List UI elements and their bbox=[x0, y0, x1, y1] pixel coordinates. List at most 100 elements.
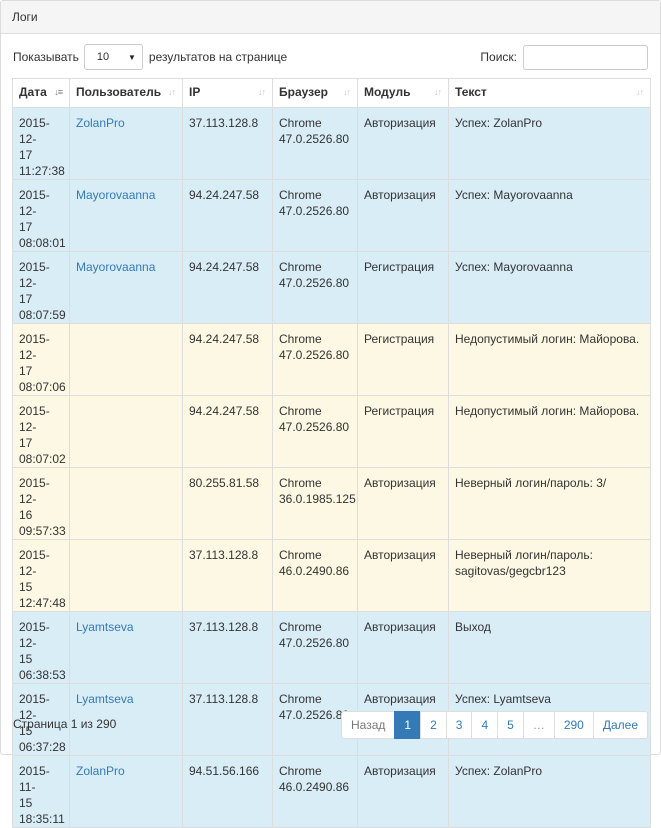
sort-icon: ↓↑ bbox=[343, 87, 351, 97]
cell-module: Авторизация bbox=[357, 755, 449, 828]
cell-user: ZolanPro bbox=[69, 755, 183, 828]
date-line: 2015-12- bbox=[19, 260, 50, 290]
cell-browser: Chrome 47.0.2526.80 bbox=[272, 323, 358, 396]
cell-ip: 80.255.81.58 bbox=[182, 467, 273, 540]
cell-date: 2015-12- 15 06:38:53 bbox=[12, 611, 70, 684]
date-line: 2015-12- bbox=[19, 332, 50, 362]
user-link[interactable]: Mayorovaanna bbox=[76, 188, 155, 202]
caret-down-icon: ▼ bbox=[127, 52, 136, 62]
cell-module: Регистрация bbox=[357, 251, 449, 324]
table-row: 2015-12- 17 08:07:06 94.24.247.58 Chrome 47.0… bbox=[12, 323, 651, 396]
page-length-control: Показывать 10 ▼ результатов на странице bbox=[13, 44, 287, 70]
next-page-button[interactable]: Далее bbox=[592, 711, 648, 739]
date-line: 09:57:33 bbox=[19, 524, 66, 538]
cell-date: 2015-12- 17 08:07:59 bbox=[12, 251, 70, 324]
cell-user bbox=[69, 395, 183, 468]
cell-browser: Chrome 36.0.1985.125 bbox=[272, 467, 358, 540]
date-line: 2015-12- bbox=[19, 116, 50, 146]
browser-line: Chrome bbox=[279, 188, 322, 202]
cell-user bbox=[69, 323, 183, 396]
cell-ip: 94.51.56.166 bbox=[182, 755, 273, 828]
browser-line: 47.0.2526.80 bbox=[279, 420, 350, 434]
column-header-module[interactable]: Модуль ↓↑ bbox=[357, 78, 449, 108]
cell-date: 2015-12- 16 09:57:33 bbox=[12, 467, 70, 540]
date-line: 08:08:01 bbox=[19, 236, 66, 250]
browser-line: 46.0.2490.86 bbox=[279, 564, 350, 578]
page-button-5[interactable]: 5 bbox=[497, 711, 524, 739]
cell-text: Успех: ZolanPro bbox=[448, 107, 651, 180]
cell-module: Авторизация bbox=[357, 611, 449, 684]
page-button-290[interactable]: 290 bbox=[553, 711, 594, 739]
user-link[interactable]: Mayorovaanna bbox=[76, 260, 155, 274]
cell-module: Регистрация bbox=[357, 395, 449, 468]
date-line: 06:37:28 bbox=[19, 740, 66, 754]
cell-date: 2015-12- 15 12:47:48 bbox=[12, 539, 70, 612]
cell-ip: 37.113.128.8 bbox=[182, 611, 273, 684]
user-link[interactable]: Lyamtseva bbox=[76, 620, 134, 634]
browser-line: 47.0.2526.80 bbox=[279, 276, 350, 290]
column-header-date[interactable]: Дата ↓≡ bbox=[12, 78, 70, 108]
cell-text: Недопустимый логин: Майорова. bbox=[448, 323, 651, 396]
column-header-user[interactable]: Пользователь ↓↑ bbox=[69, 78, 183, 108]
cell-ip: 94.24.247.58 bbox=[182, 323, 273, 396]
cell-module: Авторизация bbox=[357, 467, 449, 540]
date-line: 15 bbox=[19, 796, 33, 810]
cell-ip: 37.113.128.8 bbox=[182, 683, 273, 756]
search-input[interactable] bbox=[523, 44, 648, 70]
browser-line: Chrome bbox=[279, 764, 322, 778]
cell-text: Успех: Mayorovaanna bbox=[448, 179, 651, 252]
column-header-label: Пользователь bbox=[76, 85, 162, 99]
column-header-text[interactable]: Текст ↓↑ bbox=[448, 78, 651, 108]
table-row: 2015-11- 15 18:35:11 ZolanPro 94.51.56.166 Ch… bbox=[12, 755, 651, 828]
page-button-2[interactable]: 2 bbox=[420, 711, 447, 739]
page-button-4[interactable]: 4 bbox=[471, 711, 499, 739]
table-row: 2015-12- 15 06:38:53 Lyamtseva 37.113.128.8 C… bbox=[12, 611, 651, 684]
table-row: 2015-12- 17 08:08:01 Mayorovaanna 94.24.247.… bbox=[12, 179, 651, 252]
date-line: 2015-12- bbox=[19, 404, 50, 434]
page-size-value: 10 bbox=[96, 51, 110, 63]
browser-line: 47.0.2526.80 bbox=[279, 204, 350, 218]
page-size-select[interactable]: 10 ▼ bbox=[83, 44, 143, 70]
prev-page-button[interactable]: Назад bbox=[340, 711, 396, 739]
column-header-label: IP bbox=[189, 85, 201, 99]
cell-browser: Chrome 46.0.2490.86 bbox=[272, 539, 358, 612]
page-button-3[interactable]: 3 bbox=[445, 711, 473, 739]
user-link[interactable]: ZolanPro bbox=[76, 116, 125, 130]
date-line: 17 bbox=[19, 220, 33, 234]
cell-text: Выход bbox=[448, 611, 651, 684]
browser-line: Chrome bbox=[279, 548, 322, 562]
cell-ip: 37.113.128.8 bbox=[182, 107, 273, 180]
cell-browser: Chrome 47.0.2526.80 bbox=[272, 395, 358, 468]
page-button-1[interactable]: 1 bbox=[394, 711, 422, 739]
cell-text: Неверный логин/пароль: 3/ bbox=[448, 467, 651, 540]
date-line: 2015-11- bbox=[19, 764, 50, 794]
cell-module: Авторизация bbox=[357, 107, 449, 180]
logs-panel: Логи Показывать 10 ▼ результатов на стра… bbox=[0, 0, 661, 828]
cell-browser: Chrome 46.0.2490.86 bbox=[272, 755, 358, 828]
sort-icon: ↓↑ bbox=[168, 87, 176, 97]
browser-line: 47.0.2526.80 bbox=[279, 636, 350, 650]
date-line: 17 bbox=[19, 292, 33, 306]
date-line: 12:47:48 bbox=[19, 596, 66, 610]
date-line: 15 bbox=[19, 580, 33, 594]
column-header-browser[interactable]: Браузер ↓↑ bbox=[272, 78, 358, 108]
table-row: 2015-12- 17 08:07:02 94.24.247.58 Chrome 47.0… bbox=[12, 395, 651, 468]
user-link[interactable]: Lyamtseva bbox=[76, 692, 134, 706]
page-info: Страница 1 из 290 bbox=[13, 717, 117, 731]
browser-line: 47.0.2526.80 bbox=[279, 348, 350, 362]
pagination: Назад 1 2 3 4 5… 290 Далее bbox=[340, 711, 648, 739]
date-line: 16 bbox=[19, 508, 33, 522]
table-row: 2015-12- 17 08:07:59 Mayorovaanna 94.24.247.… bbox=[12, 251, 651, 324]
cell-text: Успех: Mayorovaanna bbox=[448, 251, 651, 324]
browser-line: Chrome bbox=[279, 620, 322, 634]
column-header-ip[interactable]: IP ↓↑ bbox=[182, 78, 273, 108]
cell-browser: Chrome 47.0.2526.80 bbox=[272, 251, 358, 324]
user-link[interactable]: ZolanPro bbox=[76, 764, 125, 778]
date-line: 2015-12- bbox=[19, 620, 50, 650]
table-row: 2015-12- 17 11:27:38 ZolanPro 37.113.128.8 Ch… bbox=[12, 107, 651, 180]
page-ellipsis: … bbox=[522, 711, 555, 739]
sort-icon: ↓↑ bbox=[434, 87, 442, 97]
cell-module: Авторизация bbox=[357, 539, 449, 612]
column-header-label: Дата bbox=[19, 85, 47, 99]
browser-line: Chrome bbox=[279, 404, 322, 418]
